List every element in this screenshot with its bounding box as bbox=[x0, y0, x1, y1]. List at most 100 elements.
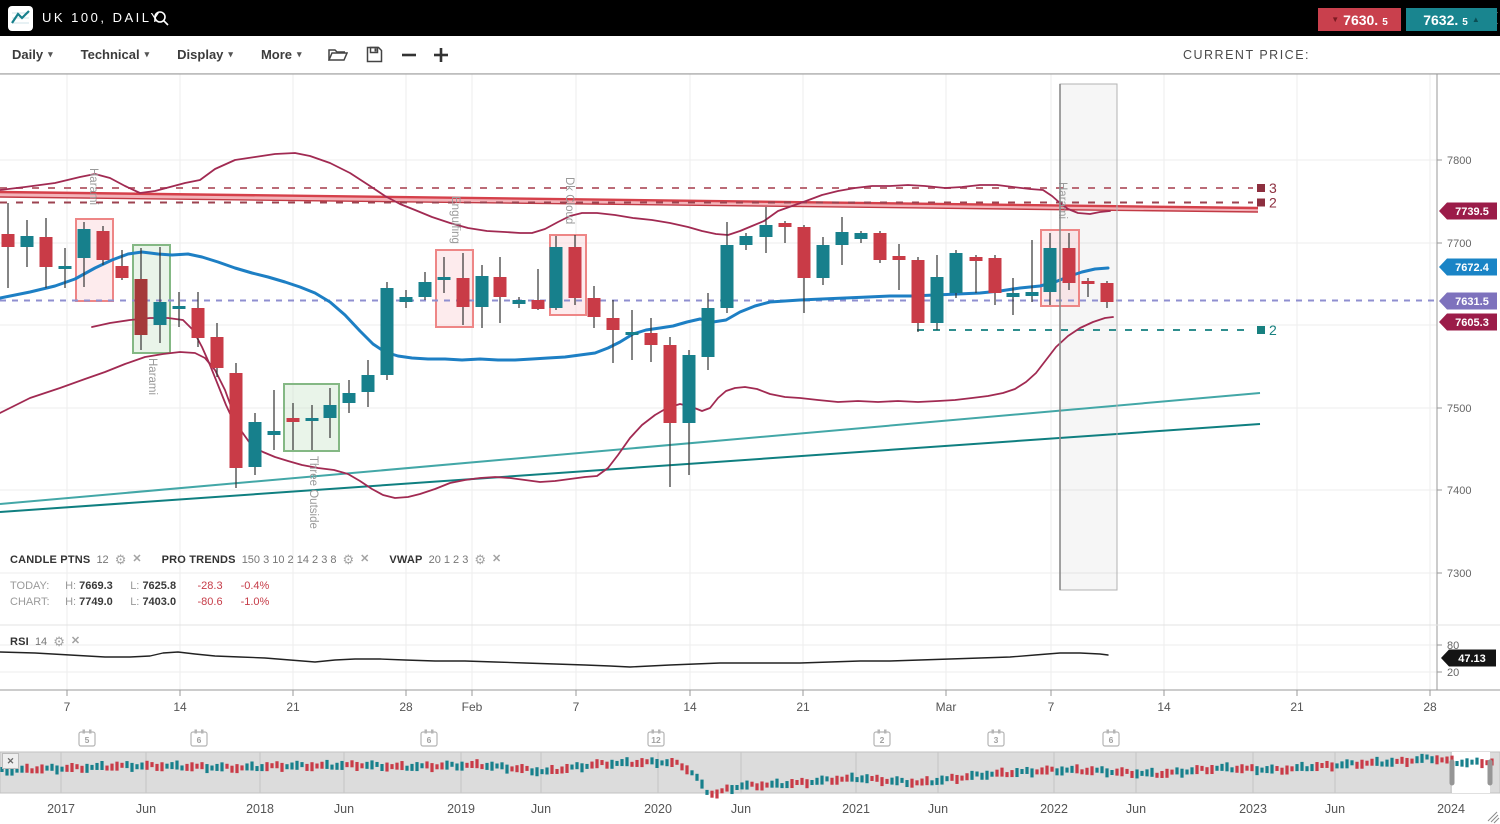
navigator-mini-bar bbox=[525, 766, 528, 771]
candle-body bbox=[817, 245, 830, 278]
navigator-mini-bar bbox=[475, 759, 478, 768]
navigator-mini-bar bbox=[1000, 768, 1003, 777]
navigator-selection-handle[interactable] bbox=[1488, 760, 1493, 786]
candle-patterns-settings-icon[interactable]: ⚙ bbox=[115, 553, 127, 566]
vwap-remove-icon[interactable]: ✕ bbox=[492, 554, 501, 565]
navigator-mini-bar bbox=[280, 763, 283, 772]
vwap-params: 20 1 2 3 bbox=[429, 554, 469, 566]
navigator-mini-bar bbox=[890, 778, 893, 785]
navigator-mini-bar bbox=[625, 757, 628, 766]
navigator-mini-bar bbox=[320, 762, 323, 769]
navigator-mini-bar bbox=[600, 760, 603, 765]
navigator-mini-bar bbox=[830, 778, 833, 785]
navigator-mini-bar bbox=[975, 772, 978, 777]
navigator-mini-bar bbox=[965, 773, 968, 780]
highlight-region[interactable] bbox=[1060, 84, 1117, 590]
navigator-mini-bar bbox=[125, 761, 128, 768]
navigator-mini-bar bbox=[720, 788, 723, 793]
main-chart[interactable]: 322HaramiHaramiThree OutsideEngulfingDk … bbox=[0, 0, 1500, 824]
navigator-mini-bar bbox=[215, 764, 218, 771]
calendar-event-icon-tab bbox=[884, 730, 887, 734]
chart-high-label: H: bbox=[65, 596, 76, 608]
price-axis-label: 7700 bbox=[1447, 238, 1471, 250]
navigator-mini-bar bbox=[1115, 769, 1118, 776]
navigator-mini-bar bbox=[545, 767, 548, 774]
navigator-close-icon[interactable]: ✕ bbox=[2, 753, 19, 769]
candle-body bbox=[1082, 281, 1095, 284]
pro-trends-remove-icon[interactable]: ✕ bbox=[360, 554, 369, 565]
navigator-mini-bar bbox=[35, 766, 38, 773]
x-axis-label: 7 bbox=[1048, 700, 1055, 714]
navigator-mini-bar bbox=[1295, 764, 1298, 771]
navigator-mini-bar bbox=[425, 761, 428, 768]
resize-handle bbox=[1491, 815, 1498, 822]
calendar-event-icon-tab bbox=[652, 730, 655, 734]
navigator-mini-bar bbox=[355, 762, 358, 771]
navigator-mini-bar bbox=[495, 764, 498, 769]
rsi-remove-icon[interactable]: ✕ bbox=[71, 636, 80, 647]
navigator-mini-bar bbox=[1125, 769, 1128, 774]
navigator-mini-bar bbox=[80, 766, 83, 773]
navigator-mini-bar bbox=[1135, 769, 1138, 778]
navigator-mini-bar bbox=[1255, 766, 1258, 775]
pro-trends-indicator-label: PRO TRENDS bbox=[162, 554, 236, 566]
rsi-indicator-label: RSI bbox=[10, 636, 29, 648]
navigator-mini-bar bbox=[645, 759, 648, 764]
candle-patterns-indicator-label: CANDLE PTNS bbox=[10, 554, 90, 566]
navigator-mini-bar bbox=[1470, 760, 1473, 765]
navigator-mini-bar bbox=[1095, 768, 1098, 773]
navigator-mini-bar bbox=[1250, 764, 1253, 771]
navigator-mini-bar bbox=[680, 763, 683, 770]
navigator-mini-bar bbox=[870, 776, 873, 781]
navigator-mini-bar bbox=[135, 764, 138, 769]
navigator-timeline-label: Jun bbox=[731, 802, 751, 816]
candle-body bbox=[779, 223, 792, 227]
today-change-pct: -0.4% bbox=[241, 580, 270, 592]
vwap-settings-icon[interactable]: ⚙ bbox=[474, 553, 486, 566]
navigator-timeline-label: Jun bbox=[531, 802, 551, 816]
navigator-selection[interactable] bbox=[1452, 752, 1490, 793]
navigator-mini-bar bbox=[570, 765, 573, 770]
navigator-mini-bar bbox=[1235, 766, 1238, 773]
navigator-mini-bar bbox=[850, 773, 853, 782]
price-tag-value: 7739.5 bbox=[1455, 206, 1489, 218]
x-axis-label: 21 bbox=[286, 700, 300, 714]
navigator-timeline-label: 2018 bbox=[246, 802, 274, 816]
candle-body bbox=[1101, 283, 1114, 302]
candle-body bbox=[306, 418, 319, 421]
navigator-mini-bar bbox=[605, 762, 608, 769]
navigator-mini-bar bbox=[345, 762, 348, 767]
navigator-mini-bar bbox=[825, 776, 828, 781]
navigator-mini-bar bbox=[485, 763, 488, 770]
navigator-mini-bar bbox=[745, 781, 748, 790]
chart-label: CHART: bbox=[10, 596, 62, 608]
candle-patterns-remove-icon[interactable]: ✕ bbox=[132, 554, 141, 565]
navigator-mini-bar bbox=[925, 776, 928, 785]
navigator-mini-bar bbox=[880, 777, 883, 786]
navigator-mini-bar bbox=[1160, 771, 1163, 778]
navigator-selection-handle[interactable] bbox=[1450, 760, 1455, 786]
rsi-settings-icon[interactable]: ⚙ bbox=[53, 635, 65, 648]
candle-body bbox=[989, 258, 1002, 293]
navigator-mini-bar bbox=[1315, 762, 1318, 771]
candle-body bbox=[664, 345, 677, 423]
candle-body bbox=[400, 297, 413, 302]
navigator-mini-bar bbox=[875, 775, 878, 782]
pro-trends-settings-icon[interactable]: ⚙ bbox=[343, 553, 355, 566]
navigator-mini-bar bbox=[1395, 759, 1398, 764]
navigator-mini-bar bbox=[440, 762, 443, 769]
navigator-mini-bar bbox=[25, 764, 28, 773]
navigator-mini-bar bbox=[365, 762, 368, 769]
calendar-event-icon-tab bbox=[431, 730, 434, 734]
calendar-event-icon-tab bbox=[878, 730, 881, 734]
level-marker-square bbox=[1257, 184, 1265, 192]
vwap-indicator-label: VWAP bbox=[389, 554, 422, 566]
navigator-mini-bar bbox=[1475, 758, 1478, 765]
navigator-track[interactable] bbox=[0, 752, 1500, 793]
navigator-mini-bar bbox=[1045, 766, 1048, 775]
navigator-mini-bar bbox=[1025, 767, 1028, 774]
navigator-mini-bar bbox=[900, 778, 903, 783]
navigator-mini-bar bbox=[70, 763, 73, 772]
navigator-mini-bar bbox=[765, 783, 768, 788]
price-axis-label: 7500 bbox=[1447, 403, 1471, 415]
